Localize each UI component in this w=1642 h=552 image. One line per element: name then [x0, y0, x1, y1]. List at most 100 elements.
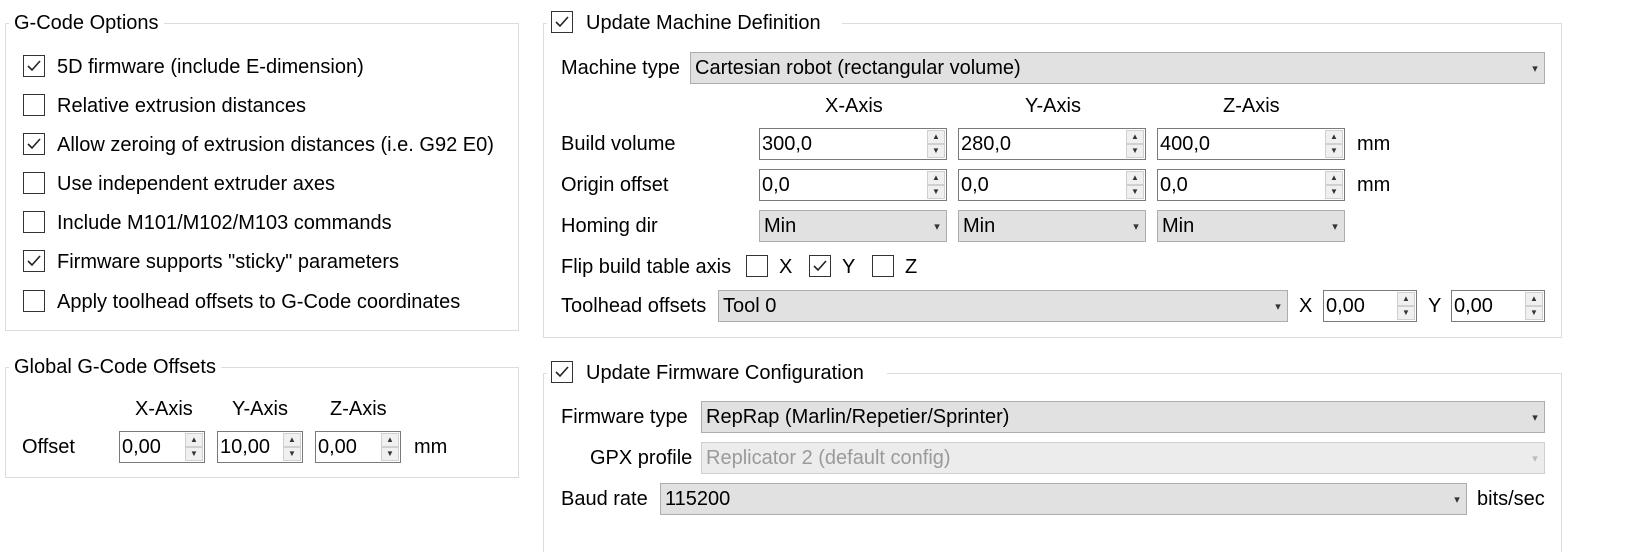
toolhead-x-label: X: [1299, 295, 1313, 317]
spin-down-icon[interactable]: ▼: [381, 447, 399, 461]
chevron-down-icon: ▾: [1133, 220, 1139, 233]
chevron-down-icon: ▾: [1532, 62, 1538, 75]
flip-axis-label: Flip build table axis: [561, 256, 732, 278]
spin-down-icon[interactable]: ▼: [185, 447, 203, 461]
checkbox-5d-firmware[interactable]: [23, 55, 45, 77]
machine-z-axis-header: Z-Axis: [1223, 95, 1280, 117]
origin-offset-unit: mm: [1357, 174, 1391, 196]
checkbox-allow-zeroing[interactable]: [23, 133, 45, 155]
global-offset-x-value: 0,00: [122, 436, 161, 458]
checkmark-icon: [27, 255, 41, 267]
toolhead-x-value: 0,00: [1326, 295, 1365, 317]
firmware-type-label: Firmware type: [561, 406, 688, 428]
chevron-down-icon: ▾: [1532, 411, 1538, 424]
checkbox-flip-z[interactable]: [872, 255, 894, 277]
spin-up-icon[interactable]: ▲: [381, 433, 399, 447]
firmware-type-value: RepRap (Marlin/Repetier/Sprinter): [706, 405, 1010, 428]
machine-type-value: Cartesian robot (rectangular volume): [695, 56, 1021, 79]
label-sticky-parameters: Firmware supports "sticky" parameters: [57, 251, 400, 273]
origin-offset-label: Origin offset: [561, 174, 669, 196]
global-offset-z-spinbox[interactable]: 0,00 ▲ ▼: [315, 431, 401, 463]
spin-down-icon[interactable]: ▼: [1325, 185, 1343, 199]
build-volume-z-value: 400,0: [1160, 133, 1211, 155]
spin-down-icon[interactable]: ▼: [1525, 306, 1543, 320]
global-offset-y-spinbox[interactable]: 10,00 ▲ ▼: [217, 431, 303, 463]
firmware-type-dropdown[interactable]: RepRap (Marlin/Repetier/Sprinter) ▾: [701, 401, 1545, 433]
toolhead-dropdown[interactable]: Tool 0 ▾: [718, 290, 1288, 322]
spin-down-icon[interactable]: ▼: [1126, 185, 1144, 199]
checkmark-icon: [813, 260, 827, 272]
checkbox-relative-extrusion[interactable]: [23, 94, 45, 116]
checkbox-m101-commands[interactable]: [23, 211, 45, 233]
machine-definition-title: Update Machine Definition: [586, 12, 821, 34]
global-y-axis-header: Y-Axis: [232, 398, 288, 420]
checkbox-update-firmware-config[interactable]: [551, 361, 573, 383]
homing-x-dropdown[interactable]: Min ▾: [759, 210, 947, 242]
spin-up-icon[interactable]: ▲: [1325, 130, 1343, 144]
spin-up-icon[interactable]: ▲: [927, 130, 945, 144]
homing-y-dropdown[interactable]: Min ▾: [958, 210, 1146, 242]
global-offset-unit: mm: [414, 436, 448, 458]
toolhead-y-spinbox[interactable]: 0,00 ▲ ▼: [1451, 290, 1545, 322]
flip-z-label: Z: [905, 256, 918, 278]
spin-up-icon[interactable]: ▲: [185, 433, 203, 447]
machine-x-axis-header: X-Axis: [825, 95, 883, 117]
build-volume-z-spinbox[interactable]: 400,0 ▲ ▼: [1157, 128, 1345, 160]
gpx-profile-dropdown: Replicator 2 (default config) ▾: [701, 442, 1545, 474]
build-volume-x-value: 300,0: [762, 133, 813, 155]
origin-offset-y-spinbox[interactable]: 0,0 ▲ ▼: [958, 169, 1146, 201]
checkbox-toolhead-offsets[interactable]: [23, 290, 45, 312]
spin-up-icon[interactable]: ▲: [1525, 292, 1543, 306]
origin-offset-x-value: 0,0: [762, 174, 790, 196]
origin-offset-y-value: 0,0: [961, 174, 989, 196]
gcode-options-title: G-Code Options: [9, 11, 164, 35]
baud-rate-unit: bits/sec: [1477, 488, 1545, 510]
spin-up-icon[interactable]: ▲: [1126, 130, 1144, 144]
label-toolhead-offsets: Apply toolhead offsets to G-Code coordin…: [57, 291, 461, 313]
chevron-down-icon: ▾: [1532, 452, 1538, 465]
chevron-down-icon: ▾: [1275, 300, 1281, 313]
spin-down-icon[interactable]: ▼: [283, 447, 301, 461]
machine-type-dropdown[interactable]: Cartesian robot (rectangular volume) ▾: [690, 52, 1545, 84]
global-offset-z-value: 0,00: [318, 436, 357, 458]
spin-down-icon[interactable]: ▼: [927, 185, 945, 199]
toolhead-y-label: Y: [1428, 295, 1442, 317]
checkbox-flip-x[interactable]: [746, 255, 768, 277]
spin-down-icon[interactable]: ▼: [927, 144, 945, 158]
baud-rate-label: Baud rate: [561, 488, 648, 510]
checkbox-update-machine-definition[interactable]: [551, 11, 573, 33]
build-volume-x-spinbox[interactable]: 300,0 ▲ ▼: [759, 128, 947, 160]
checkbox-independent-extruder[interactable]: [23, 172, 45, 194]
checkbox-sticky-parameters[interactable]: [23, 250, 45, 272]
toolhead-offsets-label: Toolhead offsets: [561, 295, 707, 317]
toolhead-y-value: 0,00: [1454, 295, 1493, 317]
gpx-profile-value: Replicator 2 (default config): [706, 446, 951, 469]
label-5d-firmware: 5D firmware (include E-dimension): [57, 56, 364, 78]
chevron-down-icon: ▾: [1454, 493, 1460, 506]
label-allow-zeroing: Allow zeroing of extrusion distances (i.…: [57, 134, 494, 156]
build-volume-unit: mm: [1357, 133, 1391, 155]
toolhead-value: Tool 0: [723, 294, 777, 317]
homing-z-value: Min: [1162, 214, 1195, 237]
spin-down-icon[interactable]: ▼: [1126, 144, 1144, 158]
spin-up-icon[interactable]: ▲: [1126, 171, 1144, 185]
baud-rate-dropdown[interactable]: 115200 ▾: [660, 483, 1467, 515]
label-relative-extrusion: Relative extrusion distances: [57, 95, 307, 117]
checkbox-flip-y[interactable]: [809, 255, 831, 277]
machine-type-label: Machine type: [561, 57, 680, 79]
spin-up-icon[interactable]: ▲: [927, 171, 945, 185]
spin-up-icon[interactable]: ▲: [1325, 171, 1343, 185]
homing-dir-label: Homing dir: [561, 215, 658, 237]
build-volume-y-spinbox[interactable]: 280,0 ▲ ▼: [958, 128, 1146, 160]
origin-offset-z-spinbox[interactable]: 0,0 ▲ ▼: [1157, 169, 1345, 201]
spin-down-icon[interactable]: ▼: [1325, 144, 1343, 158]
build-volume-y-value: 280,0: [961, 133, 1012, 155]
global-offset-x-spinbox[interactable]: 0,00 ▲ ▼: [119, 431, 205, 463]
spin-up-icon[interactable]: ▲: [283, 433, 301, 447]
homing-z-dropdown[interactable]: Min ▾: [1157, 210, 1345, 242]
spin-up-icon[interactable]: ▲: [1397, 292, 1415, 306]
origin-offset-x-spinbox[interactable]: 0,0 ▲ ▼: [759, 169, 947, 201]
gpx-profile-label: GPX profile: [590, 447, 693, 469]
spin-down-icon[interactable]: ▼: [1397, 306, 1415, 320]
toolhead-x-spinbox[interactable]: 0,00 ▲ ▼: [1323, 290, 1417, 322]
